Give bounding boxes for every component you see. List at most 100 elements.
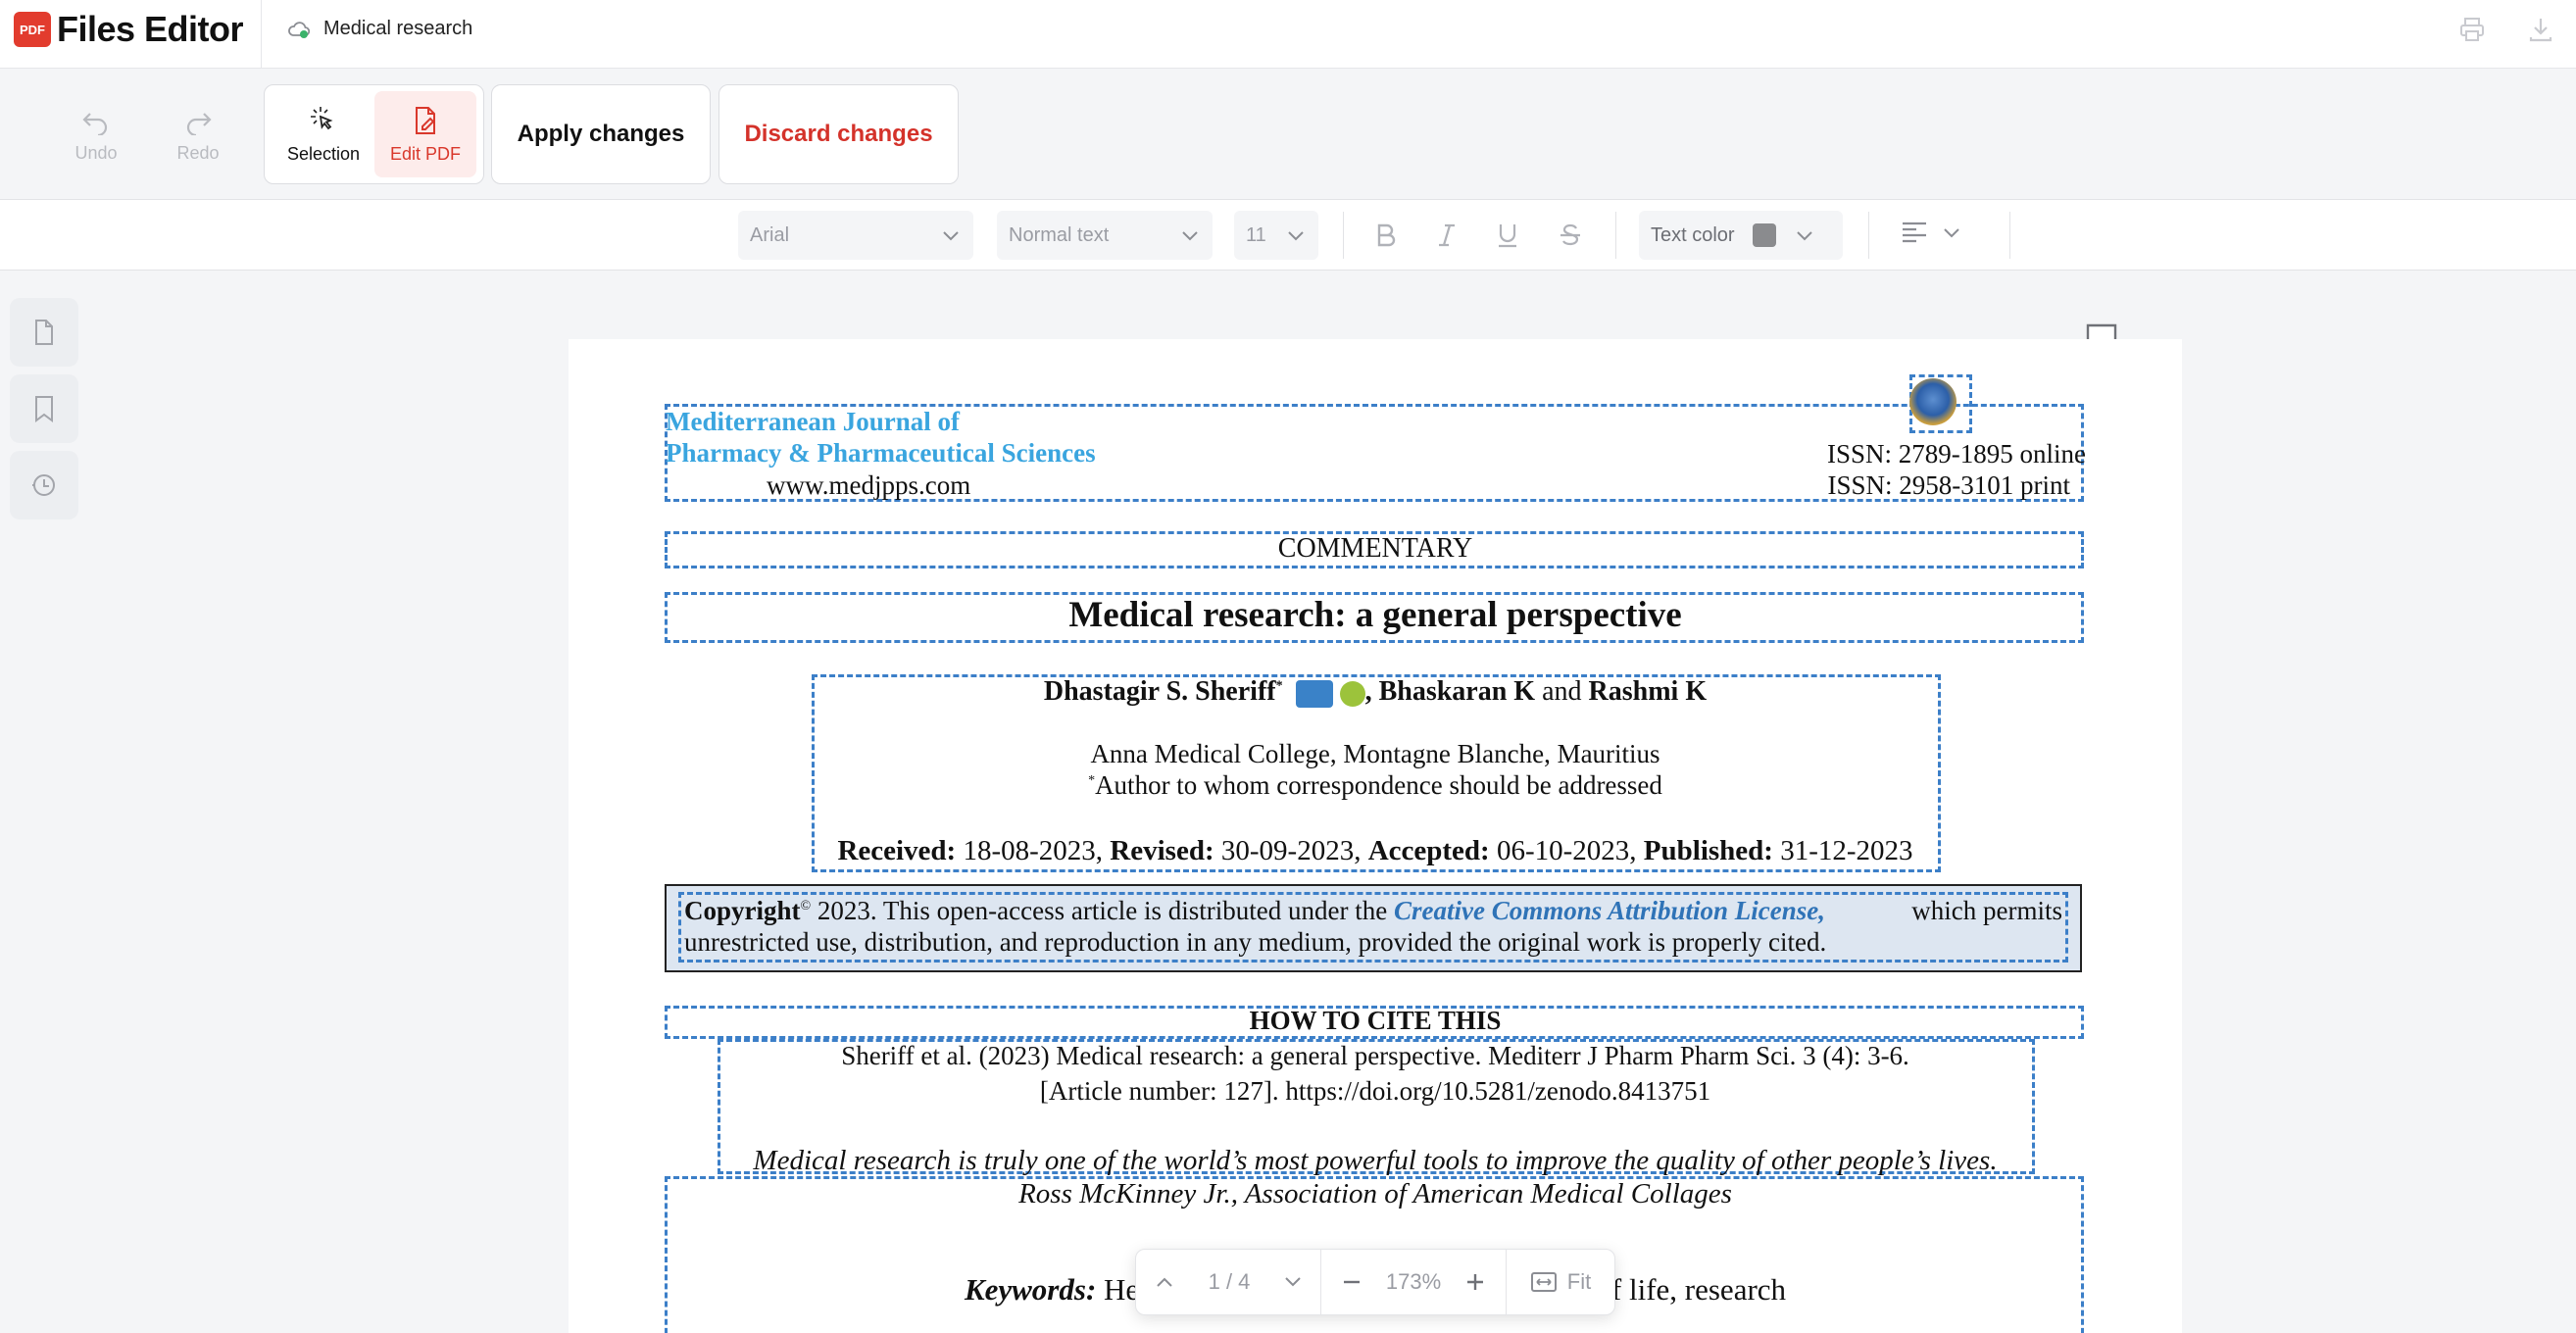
- font-family-select[interactable]: Arial: [738, 211, 973, 260]
- article-title: Medical research: a general perspective: [1068, 595, 1682, 635]
- redo-button[interactable]: Redo: [167, 106, 229, 167]
- copyright-label: Copyright: [684, 896, 801, 925]
- journal-website: www.medjpps.com: [767, 470, 971, 500]
- toolbar: Undo Redo Selection Edit PDF Apply chang…: [0, 69, 2576, 200]
- pdf-page: Mediterranean Journal of Pharmacy & Phar…: [569, 339, 2182, 1333]
- previous-page-button[interactable]: [1136, 1249, 1193, 1315]
- top-bar: PDF Files Editor Medical research: [0, 0, 2576, 69]
- text-color-label: Text color: [1651, 223, 1735, 246]
- chevron-down-icon: [1796, 231, 1812, 241]
- redo-icon: [186, 112, 212, 135]
- selection-mode-button[interactable]: Selection: [272, 91, 374, 177]
- affiliation-place: Montagne Blanche, Mauritius: [1336, 739, 1660, 768]
- italic-icon[interactable]: [1429, 218, 1464, 253]
- app-logo[interactable]: PDF Files Editor: [14, 9, 244, 49]
- author-name: , Bhaskaran K: [1364, 676, 1536, 707]
- chevron-down-icon: [1944, 228, 1959, 238]
- align-left-icon: [1903, 222, 1926, 243]
- divider: [1615, 212, 1616, 259]
- font-size-select[interactable]: 11: [1234, 211, 1318, 260]
- pages-panel-button[interactable]: [10, 298, 78, 367]
- divider: [261, 0, 262, 69]
- journal-seal-logo: [1909, 378, 1957, 425]
- zoom-in-button[interactable]: [1445, 1249, 1506, 1315]
- text-color-swatch: [1752, 223, 1776, 247]
- cursor-select-icon: [311, 106, 333, 129]
- strikethrough-icon[interactable]: [1553, 218, 1588, 253]
- bold-icon[interactable]: [1368, 218, 1404, 253]
- undo-icon: [82, 112, 108, 135]
- revised-date: 30-09-2023,: [1214, 835, 1368, 866]
- author-name: Rashmi K: [1588, 676, 1708, 707]
- citation-line2: [Article number: 127]. https://doi.org/1…: [1039, 1076, 1711, 1106]
- edit-pdf-mode-button[interactable]: Edit PDF: [374, 91, 476, 177]
- how-to-cite-heading: HOW TO CITE THIS: [1249, 1006, 1502, 1035]
- affiliation-college: Anna Medical College,: [1090, 739, 1337, 768]
- epigraph-author: Ross McKinney Jr., Association of Americ…: [1018, 1178, 1732, 1210]
- chevron-up-icon: [1157, 1277, 1172, 1287]
- zoom-out-button[interactable]: [1321, 1249, 1382, 1315]
- author-conjunction: and: [1535, 676, 1589, 707]
- history-icon: [32, 474, 55, 496]
- issn-print: ISSN: 2958-3101 print: [1827, 470, 2070, 500]
- page-icon: [35, 320, 53, 345]
- chevron-down-icon: [943, 231, 959, 241]
- authors-line: Dhastagir S. Sheriff* , Bhaskaran K and …: [1043, 676, 1708, 708]
- mode-switcher: Selection Edit PDF: [264, 84, 484, 184]
- divider: [1868, 212, 1869, 259]
- correspondence-text: Author to whom correspondence should be …: [1095, 770, 1662, 800]
- minus-icon: [1344, 1280, 1360, 1284]
- history-panel-button[interactable]: [10, 451, 78, 519]
- edit-pdf-label: Edit PDF: [389, 143, 462, 164]
- revised-label: Revised:: [1110, 835, 1214, 866]
- pdf-logo-icon: PDF: [14, 12, 51, 47]
- undo-label: Undo: [74, 142, 118, 163]
- affiliation: Anna Medical College, Montagne Blanche, …: [569, 739, 2182, 769]
- discard-changes-button[interactable]: Discard changes: [718, 84, 959, 184]
- undo-button[interactable]: Undo: [65, 106, 127, 167]
- text-color-select[interactable]: Text color: [1639, 211, 1843, 260]
- email-icon: [1295, 679, 1333, 708]
- copyright-text: 2023. This open-access article is distri…: [811, 896, 1394, 925]
- section-label: COMMENTARY: [1277, 533, 1473, 564]
- accepted-label: Accepted:: [1367, 835, 1490, 866]
- chevron-down-icon: [1285, 1277, 1301, 1287]
- text-style-select[interactable]: Normal text: [997, 211, 1213, 260]
- download-icon[interactable]: [2525, 14, 2556, 45]
- apply-changes-button[interactable]: Apply changes: [491, 84, 711, 184]
- format-bar: Arial Normal text 11 Text color: [0, 200, 2576, 271]
- issn-online: ISSN: 2789-1895 online: [1826, 439, 2086, 469]
- edit-document-icon: [416, 106, 435, 134]
- license-link[interactable]: Creative Commons Attribution License,: [1394, 896, 1825, 925]
- journal-name-line1: Mediterranean Journal of: [666, 407, 960, 436]
- print-icon[interactable]: [2456, 14, 2488, 45]
- copyright-tail: which permits: [1911, 896, 2062, 925]
- font-size-value: 11: [1246, 223, 1266, 246]
- published-date: 31-12-2023: [1772, 835, 1913, 866]
- chevron-down-icon: [1182, 231, 1198, 241]
- cloud-saved-icon: [288, 21, 311, 38]
- zoom-level[interactable]: 173%: [1382, 1249, 1445, 1315]
- divider: [2009, 212, 2010, 259]
- correspondence-note: *Author to whom correspondence should be…: [1088, 770, 1662, 800]
- author-name: Dhastagir S. Sheriff: [1043, 676, 1276, 707]
- received-date: 18-08-2023,: [956, 835, 1111, 866]
- copyright-line2: unrestricted use, distribution, and repr…: [684, 927, 1827, 957]
- chevron-down-icon: [1288, 231, 1304, 241]
- page-zoom-control: 1 / 4 173% Fit: [1135, 1249, 1615, 1315]
- left-rail: [10, 298, 78, 527]
- page-indicator[interactable]: 1 / 4: [1193, 1249, 1265, 1315]
- document-name[interactable]: Medical research: [286, 18, 472, 40]
- next-page-button[interactable]: [1265, 1249, 1320, 1315]
- app-title: Files Editor: [57, 9, 244, 49]
- underline-icon[interactable]: [1490, 218, 1525, 253]
- journal-name: Mediterranean Journal of Pharmacy & Phar…: [666, 406, 1096, 469]
- text-align-select[interactable]: [1900, 218, 1960, 247]
- fit-label: Fit: [1566, 1269, 1592, 1294]
- redo-label: Redo: [176, 142, 220, 163]
- fit-button[interactable]: Fit: [1507, 1249, 1614, 1315]
- bookmarks-panel-button[interactable]: [10, 374, 78, 443]
- keywords-label: Keywords:: [964, 1272, 1097, 1307]
- accepted-date: 06-10-2023,: [1489, 835, 1644, 866]
- bookmark-icon: [35, 396, 53, 422]
